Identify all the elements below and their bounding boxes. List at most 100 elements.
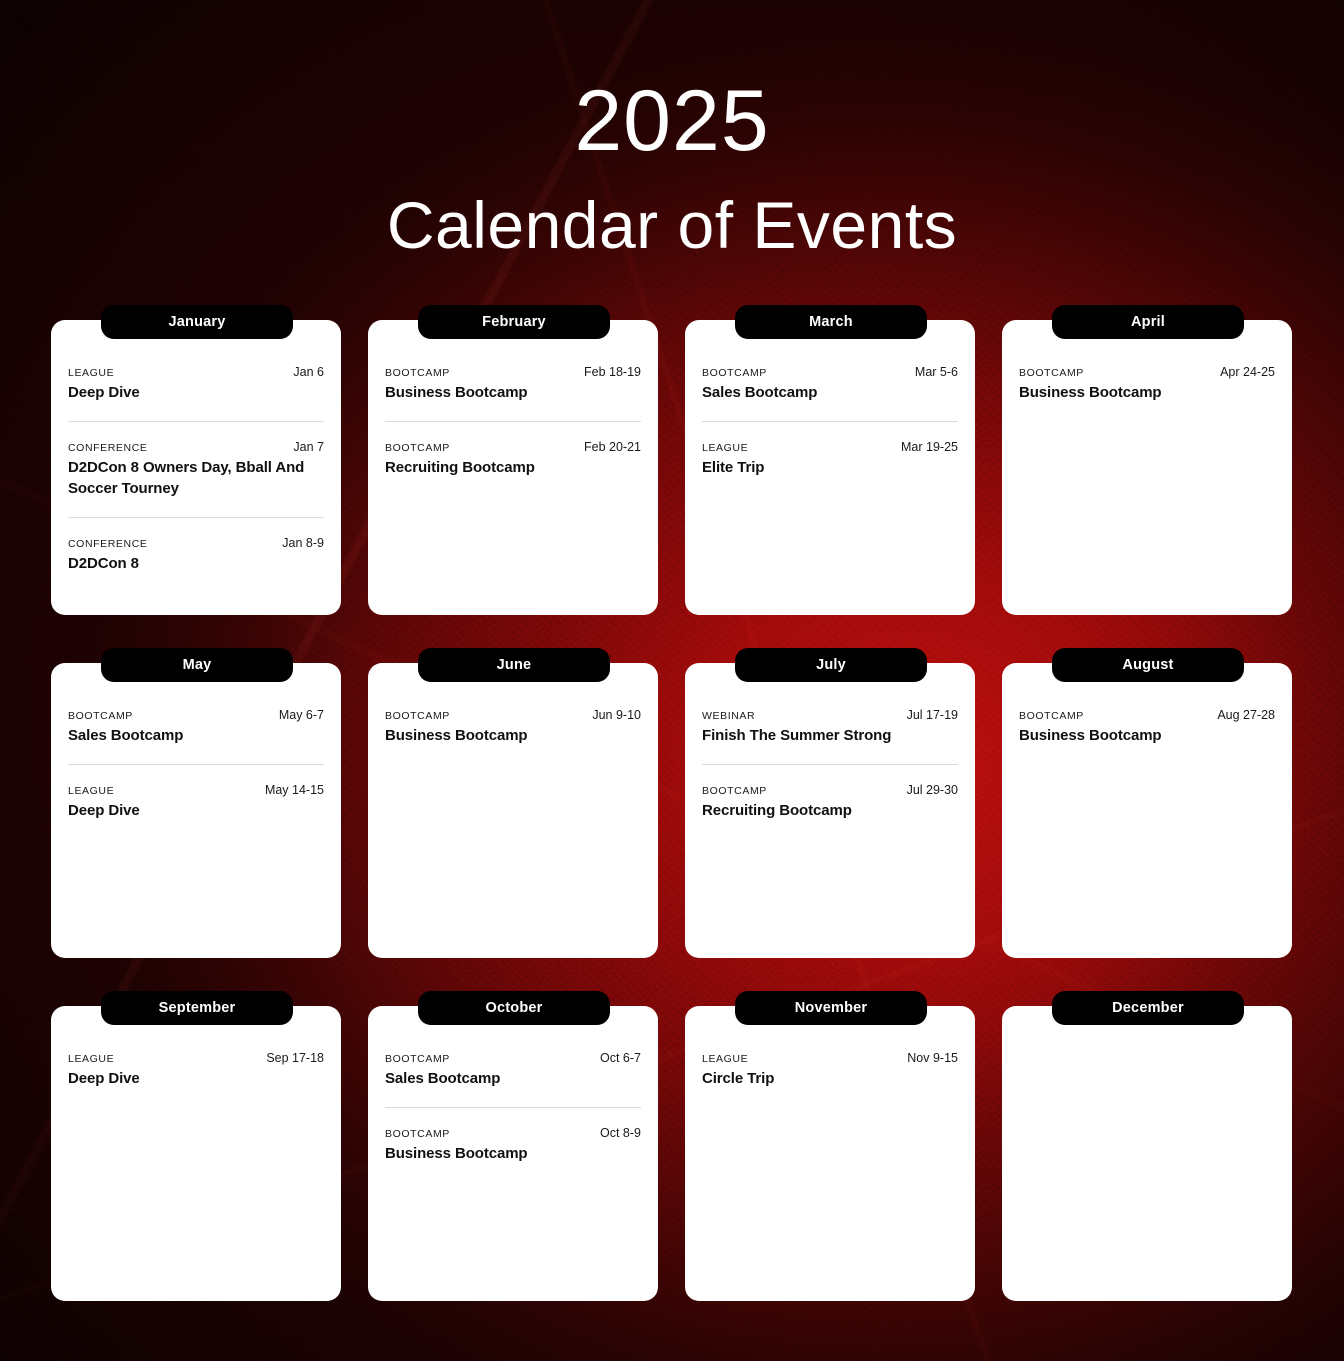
event-item[interactable]: BOOTCAMP Jul 29-30 Recruiting Bootcamp	[702, 764, 958, 833]
event-category-label: BOOTCAMP	[385, 442, 450, 455]
month-card: January LEAGUE Jan 6 Deep Dive CONFERENCE Jan…	[51, 305, 341, 615]
month-events-list: LEAGUE Sep 17-18 Deep Dive	[51, 1006, 341, 1301]
event-category-label: WEBINAR	[702, 710, 756, 722]
event-item[interactable]: WEBINAR Jul 17-19 Finish The Summer Strong	[702, 708, 958, 758]
event-title: Deep Dive	[68, 802, 140, 820]
event-meta-row: BOOTCAMP Feb 18-19	[385, 365, 641, 379]
event-item[interactable]: BOOTCAMP Oct 6-7 Sales Bootcamp	[385, 1051, 641, 1101]
month-events-list: BOOTCAMP Aug 27-28 Business Bootcamp	[1002, 663, 1292, 958]
event-item[interactable]: BOOTCAMP Feb 20-21 Recruiting Bootcamp	[385, 421, 641, 490]
event-date: May 14-15	[264, 783, 324, 798]
event-title: Business Bootcamp	[385, 727, 528, 744]
event-meta-row: CONFERENCE Jan 8-9	[68, 536, 324, 550]
event-date: Feb 20-21	[584, 440, 641, 455]
event-date: May 6-7	[278, 708, 324, 722]
event-item[interactable]: BOOTCAMP Feb 18-19 Business Bootcamp	[385, 365, 641, 415]
calendar-poster: 2025 Calendar of Events January LEAGUE Jan…	[0, 0, 1344, 1361]
month-card: August BOOTCAMP Aug 27-28 Business Bootcamp	[1002, 648, 1292, 958]
month-tab-label: October	[418, 991, 610, 1025]
event-meta-row: BOOTCAMP Oct 6-7	[385, 1051, 641, 1065]
event-category-label: BOOTCAMP	[1019, 710, 1084, 722]
event-title: Sales Bootcamp	[385, 1070, 501, 1087]
month-card: November LEAGUE Nov 9-15 Circle Trip	[685, 991, 975, 1301]
event-title: Business Bootcamp	[1019, 384, 1162, 401]
event-category-label: BOOTCAMP	[702, 785, 767, 798]
month-tab-label: December	[1052, 991, 1244, 1025]
month-card: March BOOTCAMP Mar 5-6 Sales Bootcamp LEAGUE…	[685, 305, 975, 615]
event-title: D2DCon 8	[68, 554, 139, 572]
event-item[interactable]: LEAGUE May 14-15 Deep Dive	[68, 764, 324, 833]
month-card: June BOOTCAMP Jun 9-10 Business Bootcamp	[368, 648, 658, 958]
event-meta-row: BOOTCAMP Apr 24-25	[1019, 365, 1275, 379]
month-events-list: BOOTCAMP May 6-7 Sales Bootcamp LEAGUE May 1…	[51, 663, 341, 958]
month-events-list: WEBINAR Jul 17-19 Finish The Summer Strong…	[685, 663, 975, 958]
month-tab-label: January	[101, 305, 293, 339]
event-date: Mar 5-6	[914, 365, 958, 379]
month-tab-label: May	[101, 648, 293, 682]
event-item[interactable]: BOOTCAMP Apr 24-25 Business Bootcamp	[1019, 365, 1275, 415]
event-category-label: LEAGUE	[68, 367, 115, 379]
event-item[interactable]: CONFERENCE Jan 7 D2DCon 8 Owners Day, Bbal…	[68, 421, 324, 511]
event-date: Nov 9-15	[907, 1051, 958, 1065]
event-item[interactable]: BOOTCAMP May 6-7 Sales Bootcamp	[68, 708, 324, 758]
event-item[interactable]: BOOTCAMP Jun 9-10 Business Bootcamp	[385, 708, 641, 758]
event-category-label: BOOTCAMP	[1019, 367, 1084, 379]
event-title: Business Bootcamp	[1019, 727, 1162, 744]
event-item[interactable]: LEAGUE Nov 9-15 Circle Trip	[702, 1051, 958, 1101]
event-meta-row: LEAGUE Mar 19-25	[702, 440, 958, 454]
event-item[interactable]: BOOTCAMP Mar 5-6 Sales Bootcamp	[702, 365, 958, 415]
event-title: Recruiting Bootcamp	[385, 459, 535, 477]
event-date: Jun 9-10	[592, 708, 641, 722]
poster-header: 2025 Calendar of Events	[0, 0, 1344, 258]
month-events-list: LEAGUE Jan 6 Deep Dive CONFERENCE Jan 7 D2DCo…	[51, 320, 341, 615]
month-events-list: BOOTCAMP Apr 24-25 Business Bootcamp	[1002, 320, 1292, 615]
month-card: May BOOTCAMP May 6-7 Sales Bootcamp LEAGUE Ma…	[51, 648, 341, 958]
month-tab-label: August	[1052, 648, 1244, 682]
month-events-list: BOOTCAMP Mar 5-6 Sales Bootcamp LEAGUE Mar 1…	[685, 320, 975, 615]
event-category-label: BOOTCAMP	[385, 1053, 450, 1065]
event-item[interactable]: BOOTCAMP Aug 27-28 Business Bootcamp	[1019, 708, 1275, 758]
event-date: Jan 6	[293, 365, 324, 379]
month-card: September LEAGUE Sep 17-18 Deep Dive	[51, 991, 341, 1301]
month-events-list: LEAGUE Nov 9-15 Circle Trip	[685, 1006, 975, 1301]
event-date: Feb 18-19	[584, 365, 641, 379]
event-title: Deep Dive	[68, 1070, 140, 1087]
event-item[interactable]: LEAGUE Mar 19-25 Elite Trip	[702, 421, 958, 490]
event-item[interactable]: CONFERENCE Jan 8-9 D2DCon 8	[68, 516, 324, 586]
month-card: October BOOTCAMP Oct 6-7 Sales Bootcamp BOOT…	[368, 991, 658, 1301]
event-meta-row: LEAGUE Nov 9-15	[702, 1051, 958, 1065]
event-item[interactable]: LEAGUE Sep 17-18 Deep Dive	[68, 1051, 324, 1101]
event-category-label: BOOTCAMP	[68, 710, 133, 722]
event-category-label: CONFERENCE	[68, 537, 148, 550]
event-title: Sales Bootcamp	[68, 727, 184, 744]
event-date: Jan 7	[293, 440, 324, 455]
page-title-year: 2025	[574, 73, 770, 169]
month-events-list: BOOTCAMP Feb 18-19 Business Bootcamp BOOTCA…	[368, 320, 658, 615]
month-events-list: BOOTCAMP Jun 9-10 Business Bootcamp	[368, 663, 658, 958]
event-meta-row: BOOTCAMP Mar 5-6	[702, 365, 958, 379]
event-title: Elite Trip	[702, 459, 765, 477]
event-date: Apr 24-25	[1220, 365, 1275, 379]
event-meta-row: WEBINAR Jul 17-19	[702, 708, 958, 722]
month-card: July WEBINAR Jul 17-19 Finish The Summer St…	[685, 648, 975, 958]
event-category-label: BOOTCAMP	[385, 367, 450, 379]
month-tab-label: June	[418, 648, 610, 682]
event-meta-row: BOOTCAMP Oct 8-9	[385, 1126, 641, 1140]
event-item[interactable]: BOOTCAMP Oct 8-9 Business Bootcamp	[385, 1107, 641, 1176]
event-date: Jul 17-19	[906, 708, 958, 722]
event-title: Sales Bootcamp	[702, 384, 818, 401]
event-date: Sep 17-18	[266, 1051, 324, 1065]
event-date: Mar 19-25	[901, 440, 958, 455]
event-meta-row: LEAGUE Jan 6	[68, 365, 324, 379]
event-meta-row: BOOTCAMP Jun 9-10	[385, 708, 641, 722]
event-title: Deep Dive	[68, 384, 140, 401]
month-events-list	[1002, 1006, 1292, 1301]
event-category-label: BOOTCAMP	[702, 367, 767, 379]
month-tab-label: March	[735, 305, 927, 339]
months-grid: January LEAGUE Jan 6 Deep Dive CONFERENCE Jan…	[51, 305, 1293, 1301]
event-item[interactable]: LEAGUE Jan 6 Deep Dive	[68, 365, 324, 415]
month-card: December	[1002, 991, 1292, 1301]
event-meta-row: CONFERENCE Jan 7	[68, 440, 324, 454]
event-date: Oct 8-9	[600, 1126, 641, 1141]
event-date: Jul 29-30	[906, 783, 958, 798]
